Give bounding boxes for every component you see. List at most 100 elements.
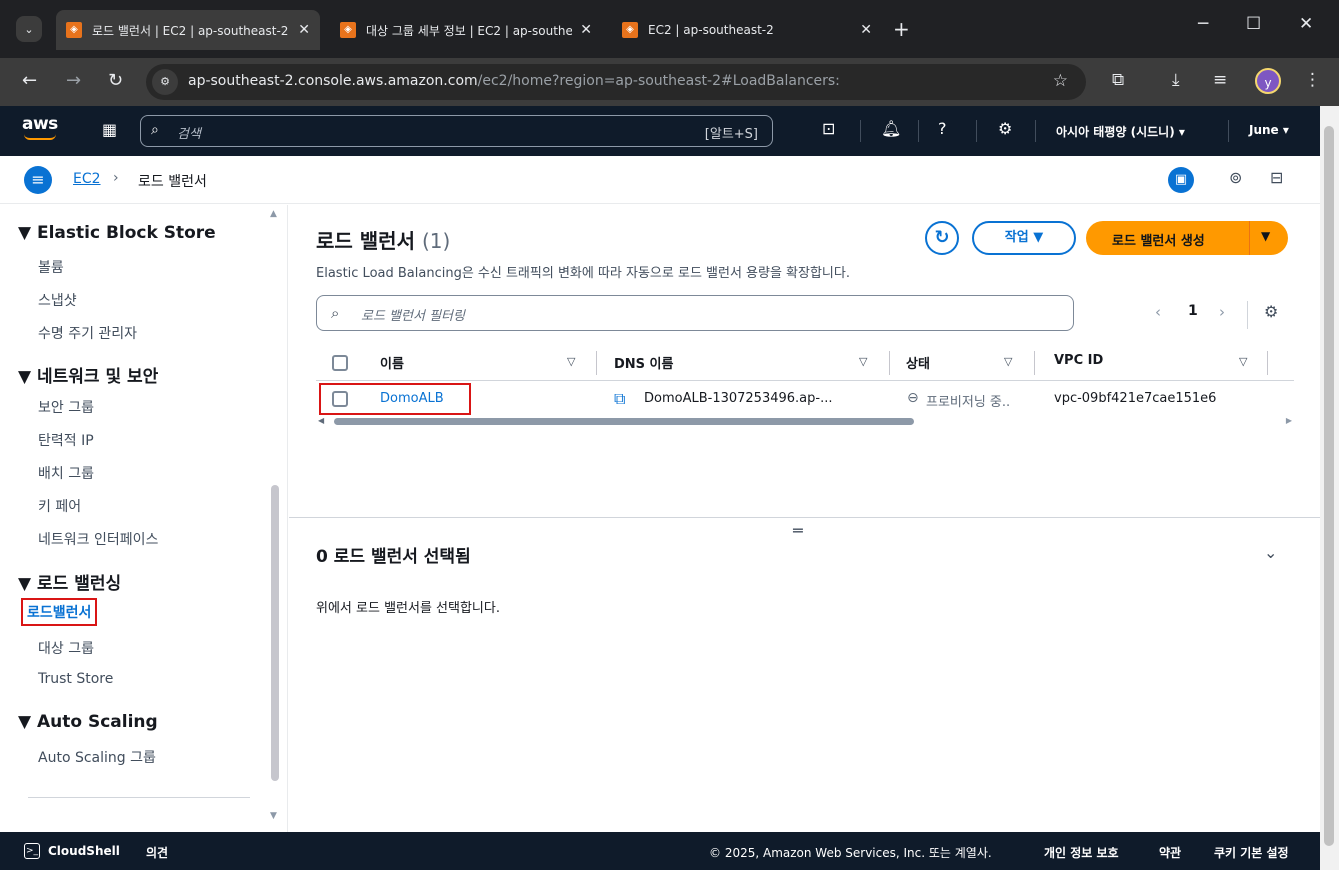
region-selector[interactable]: 아시아 태평양 (시드니) ▾ [1056,123,1185,140]
scroll-left-icon[interactable]: ◀ [318,416,324,425]
help-panel-icon[interactable]: ⊟ [1270,168,1283,187]
browser-menu-icon[interactable]: ⋮ [1304,70,1321,90]
site-info-icon[interactable]: ⚙ [152,69,178,95]
column-header-vpc-id[interactable]: VPC ID [1054,353,1103,368]
footer-feedback-link[interactable]: 의견 [146,844,168,861]
pagination-next-icon[interactable]: › [1219,303,1225,321]
account-menu[interactable]: June ▾ [1249,123,1289,137]
sidebar-item-volumes[interactable]: 볼륨 [38,257,64,277]
create-load-balancer-button[interactable]: 로드 밸런서 생성 ▼ [1086,221,1288,255]
actions-dropdown-button[interactable]: 작업 ▼ [972,221,1076,255]
sidebar-item-trust-store[interactable]: Trust Store [38,671,113,687]
scroll-down-icon[interactable]: ▼ [270,811,277,821]
tab-close-icon[interactable]: ✕ [860,22,872,38]
sidebar-item-auto-scaling-groups[interactable]: Auto Scaling 그룹 [38,747,156,767]
info-panel-icon[interactable]: ▣ [1168,167,1194,193]
side-nav-toggle-icon[interactable]: ≡ [24,166,52,194]
column-header-dns[interactable]: DNS 이름 [614,353,673,372]
tab-search-icon[interactable]: ⌄ [16,16,42,42]
back-icon[interactable]: ← [22,70,37,91]
reading-list-icon[interactable]: ≡ [1213,70,1227,90]
cloudshell-icon[interactable]: ⊡ [822,119,835,138]
pagination-page-number[interactable]: 1 [1188,303,1198,319]
browser-tab-2[interactable]: ◈ 대상 그룹 세부 정보 | EC2 | ap-southeast-2 ✕ [330,10,602,50]
split-panel-drag-handle-icon[interactable]: ═ [793,521,803,540]
sidebar-scroll-thumb[interactable] [271,485,279,781]
column-resizer[interactable] [889,351,890,375]
table-row[interactable]: DomoALB ⧉ DomoALB-1307253496.ap-... ⊖ 프로… [316,381,1294,417]
footer-privacy-link[interactable]: 개인 정보 보호 [1044,844,1119,861]
notifications-bell-icon[interactable]: 🔔︎ [881,119,901,138]
row-checkbox[interactable] [332,391,348,407]
create-dropdown-caret-icon[interactable]: ▼ [1261,229,1270,243]
profile-avatar[interactable]: y [1255,68,1281,94]
column-header-status[interactable]: 상태 [906,353,930,372]
extensions-icon[interactable]: ⧉ [1112,70,1124,90]
notifications-panel-icon[interactable]: ⊚ [1229,168,1242,187]
footer-cloudshell-link[interactable]: CloudShell [48,844,120,858]
nav-section-ebs[interactable]: ▼ Elastic Block Store [18,223,216,243]
filter-input[interactable]: ⌕ 로드 밸런서 필터링 [316,295,1074,331]
browser-tab-1[interactable]: ◈ 로드 밸런서 | EC2 | ap-southeast-2 ✕ [56,10,320,50]
nav-section-network-security[interactable]: ▼ 네트워크 및 보안 [18,362,158,387]
table-scroll-thumb[interactable] [334,418,914,425]
sidebar-item-snapshots[interactable]: 스냅샷 [38,290,77,310]
scroll-right-icon[interactable]: ▶ [1286,416,1292,425]
column-resizer[interactable] [1034,351,1035,375]
browser-tab-3[interactable]: ◈ EC2 | ap-southeast-2 ✕ [612,10,882,50]
reload-icon[interactable]: ↻ [108,70,123,91]
chevron-down-icon[interactable]: ⌄ [1264,543,1277,562]
sidebar-item-lifecycle-manager[interactable]: 수명 주기 관리자 [38,323,137,343]
footer-cookies-link[interactable]: 쿠키 기본 설정 [1214,844,1289,861]
browser-tab-bar: ⌄ ◈ 로드 밸런서 | EC2 | ap-southeast-2 ✕ ◈ 대상… [0,0,1339,58]
sidebar-item-load-balancers[interactable]: 로드밸런서 [21,598,98,626]
cloudshell-icon[interactable]: >_ [24,843,40,859]
copy-icon[interactable]: ⧉ [614,389,625,409]
sidebar-item-security-groups[interactable]: 보안 그룹 [38,397,94,417]
column-resizer[interactable] [596,351,597,375]
breadcrumb-ec2-link[interactable]: EC2 [73,171,101,187]
maximize-icon[interactable]: ☐ [1246,14,1261,34]
column-resizer[interactable] [1267,351,1268,375]
url-path: /ec2/home?region=ap-southeast-2#LoadBala… [477,73,840,89]
sort-icon[interactable]: ▽ [859,355,867,368]
minimize-icon[interactable]: ─ [1198,14,1208,34]
page-scroll-thumb[interactable] [1324,126,1334,846]
help-icon[interactable]: ? [938,119,947,138]
scroll-up-icon[interactable]: ▲ [270,209,277,219]
table-horizontal-scrollbar[interactable]: ◀ ▶ [316,416,1294,426]
sidebar-item-target-groups[interactable]: 대상 그룹 [38,638,94,658]
aws-search-input[interactable]: ⌕ 검색 [알트+S] [140,115,773,147]
load-balancer-name-link[interactable]: DomoALB [380,391,444,406]
footer-terms-link[interactable]: 약관 [1159,844,1181,861]
bookmark-star-icon[interactable]: ☆ [1053,71,1068,91]
sort-icon[interactable]: ▽ [567,355,575,368]
sidebar-item-elastic-ip[interactable]: 탄력적 IP [38,430,94,450]
new-tab-icon[interactable]: + [893,17,910,41]
tab-close-icon[interactable]: ✕ [298,22,310,38]
services-grid-icon[interactable]: ▦ [102,120,117,139]
sort-icon[interactable]: ▽ [1239,355,1247,368]
nav-section-load-balancing[interactable]: ▼ 로드 밸런싱 [18,569,121,594]
side-navigation: ▲ ▼ Elastic Block Store 볼륨 스냅샷 수명 주기 관리자… [0,205,288,832]
url-text: ap-southeast-2.console.aws.amazon.com/ec… [188,73,840,89]
sidebar-item-placement-groups[interactable]: 배치 그룹 [38,463,94,483]
window-close-icon[interactable]: ✕ [1299,14,1313,34]
forward-icon[interactable]: → [66,70,81,91]
settings-gear-icon[interactable]: ⚙ [998,119,1012,138]
pagination-prev-icon[interactable]: ‹ [1155,303,1161,321]
sidebar-item-network-interfaces[interactable]: 네트워크 인터페이스 [38,529,158,549]
aws-logo[interactable]: aws [22,114,58,140]
tab-title: EC2 | ap-southeast-2 [648,23,774,37]
url-input[interactable]: ⚙ ap-southeast-2.console.aws.amazon.com/… [146,64,1086,100]
table-preferences-gear-icon[interactable]: ⚙ [1264,302,1278,321]
nav-section-auto-scaling[interactable]: ▼ Auto Scaling [18,712,158,732]
tab-close-icon[interactable]: ✕ [580,22,592,38]
download-icon[interactable]: ⤓ [1172,70,1180,90]
page-scrollbar[interactable] [1320,106,1339,870]
refresh-icon[interactable]: ↻ [925,221,959,255]
column-header-name[interactable]: 이름 [380,353,404,372]
sidebar-item-key-pairs[interactable]: 키 페어 [38,496,81,516]
sort-icon[interactable]: ▽ [1004,355,1012,368]
select-all-checkbox[interactable] [332,355,348,371]
